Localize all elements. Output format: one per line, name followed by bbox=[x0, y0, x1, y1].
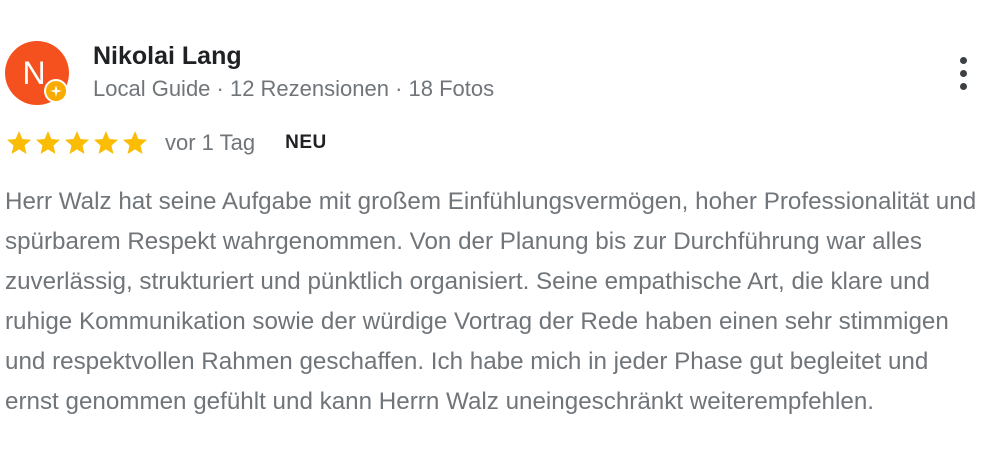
star-icon bbox=[122, 131, 148, 154]
review-card: N Nikolai Lang Local Guide · 12 Rezensio… bbox=[0, 0, 991, 466]
star-rating bbox=[5, 129, 149, 157]
review-time: vor 1 Tag bbox=[165, 130, 256, 155]
star-icon bbox=[35, 131, 61, 154]
local-guide-badge bbox=[44, 79, 68, 103]
avatar-initial: N bbox=[22, 55, 46, 91]
star-icon bbox=[64, 131, 90, 154]
author-meta: Local Guide · 12 Rezensionen · 18 Fotos bbox=[93, 76, 495, 101]
author-name[interactable]: Nikolai Lang bbox=[93, 42, 242, 71]
review-text: Herr Walz hat seine Aufgabe mit großem E… bbox=[5, 188, 977, 415]
more-vertical-icon-dot bbox=[959, 69, 967, 77]
new-badge: NEU bbox=[285, 132, 327, 153]
rating-row: vor 1 Tag NEU bbox=[5, 126, 327, 160]
star-icon bbox=[6, 131, 32, 154]
star-icon bbox=[93, 131, 119, 154]
more-vertical-icon-dot bbox=[959, 56, 967, 64]
more-options-button[interactable] bbox=[946, 52, 980, 94]
more-vertical-icon-dot bbox=[959, 82, 967, 90]
local-guide-star-icon bbox=[46, 81, 66, 101]
